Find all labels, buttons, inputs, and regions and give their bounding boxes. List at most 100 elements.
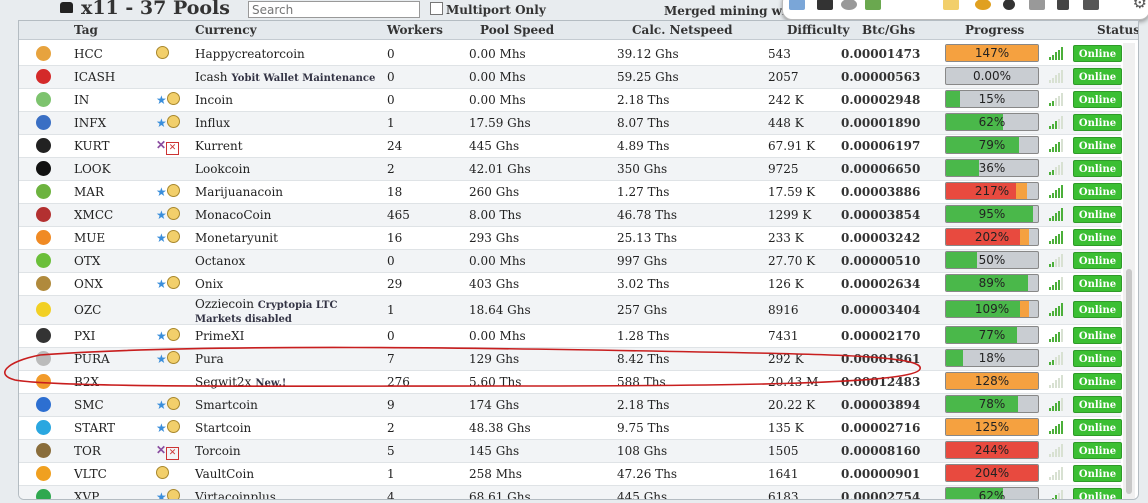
status-online-button[interactable]: Online bbox=[1073, 373, 1122, 390]
tag-cell[interactable]: SMC bbox=[74, 398, 104, 412]
table-row[interactable]: MUE ★ Monetaryunit 16 293 Ghs 25.13 Ths 233 K 0… bbox=[19, 227, 1122, 250]
tag-cell[interactable]: VLTC bbox=[74, 467, 107, 481]
tag-cell[interactable]: B2X bbox=[74, 375, 99, 389]
heart-icon[interactable] bbox=[943, 0, 959, 10]
tag-cell[interactable]: MUE bbox=[74, 231, 105, 245]
col-workers[interactable]: Workers bbox=[387, 23, 443, 37]
table-row[interactable]: ICASH Icash Yobit Wallet Maintenance 0 0.00 … bbox=[19, 66, 1122, 89]
status-online-button[interactable]: Online bbox=[1073, 442, 1122, 459]
table-row[interactable]: VLTC VaultCoin 1 258 Mhs 47.26 Ths 1641 0.0000… bbox=[19, 463, 1122, 486]
table-row[interactable]: MAR ★ Marijuanacoin 18 260 Ghs 1.27 Ths 17.59 … bbox=[19, 181, 1122, 204]
col-netspeed[interactable]: Calc. Netspeed bbox=[632, 23, 733, 37]
table-row[interactable]: B2X Segwit2x New.! 276 5.60 Ths 588 Ths 20.43 … bbox=[19, 371, 1122, 394]
currency-name[interactable]: Lookcoin bbox=[195, 162, 250, 176]
status-online-button[interactable]: Online bbox=[1073, 465, 1122, 482]
table-row[interactable]: LOOK Lookcoin 2 42.01 Ghs 350 Ghs 9725 0.00006… bbox=[19, 158, 1122, 181]
currency-name[interactable]: PrimeXI bbox=[195, 329, 244, 343]
col-difficulty[interactable]: Difficulty bbox=[787, 23, 849, 37]
status-online-button[interactable]: Online bbox=[1073, 68, 1122, 85]
status-online-button[interactable]: Online bbox=[1073, 45, 1122, 62]
table-row[interactable]: PXI ★ PrimeXI 0 0.00 Mhs 1.28 Ths 7431 0.000021… bbox=[19, 325, 1122, 348]
currency-name[interactable]: VaultCoin bbox=[195, 467, 254, 481]
dollar-icon[interactable] bbox=[841, 0, 857, 10]
currency-name[interactable]: Torcoin bbox=[195, 444, 241, 458]
currency-name[interactable]: Happycreatorcoin bbox=[195, 47, 305, 61]
status-online-button[interactable]: Online bbox=[1073, 160, 1122, 177]
currency-name[interactable]: Smartcoin bbox=[195, 398, 258, 412]
tag-cell[interactable]: PURA bbox=[74, 352, 110, 366]
status-online-button[interactable]: Online bbox=[1073, 488, 1122, 499]
col-btc-ghs[interactable]: Btc/Ghs bbox=[862, 23, 915, 37]
table-row[interactable]: ONX ★ Onix 29 403 Ghs 3.02 Ths 126 K 0.00002634… bbox=[19, 273, 1122, 296]
currency-name[interactable]: Octanox bbox=[195, 254, 245, 268]
status-online-button[interactable]: Online bbox=[1073, 350, 1122, 367]
table-row[interactable]: XMCC ★ MonacoCoin 465 8.00 Ths 46.78 Ths 1299 … bbox=[19, 204, 1122, 227]
col-tag[interactable]: Tag bbox=[74, 23, 98, 37]
table-row[interactable]: HCC Happycreatorcoin 0 0.00 Mhs 39.12 Ghs 543… bbox=[19, 43, 1122, 66]
currency-name[interactable]: Pura bbox=[195, 352, 224, 366]
scrollbar-thumb[interactable] bbox=[1126, 269, 1132, 494]
currency-name[interactable]: Ozziecoin bbox=[195, 297, 254, 311]
col-pool-speed[interactable]: Pool Speed bbox=[480, 23, 554, 37]
table-row[interactable]: INFX ★ Influx 1 17.59 Ghs 8.07 Ths 448 K 0.0000… bbox=[19, 112, 1122, 135]
currency-name[interactable]: Monetaryunit bbox=[195, 231, 278, 245]
calendar-icon[interactable] bbox=[1029, 0, 1045, 10]
status-online-button[interactable]: Online bbox=[1073, 419, 1122, 436]
table-row[interactable]: TOR ✕ ✕ Torcoin 5 145 Ghs 108 Ghs 1505 0.0000816… bbox=[19, 440, 1122, 463]
tag-cell[interactable]: OTX bbox=[74, 254, 100, 268]
search-input[interactable] bbox=[248, 1, 420, 18]
tag-cell[interactable]: OZC bbox=[74, 303, 101, 317]
gear-icon[interactable]: ⚙ bbox=[1133, 0, 1147, 12]
info-icon[interactable] bbox=[1003, 0, 1015, 10]
coin-icon[interactable] bbox=[975, 0, 991, 10]
tag-cell[interactable]: KURT bbox=[74, 139, 109, 153]
tag-cell[interactable]: START bbox=[74, 421, 115, 435]
tag-cell[interactable]: XMCC bbox=[74, 208, 113, 222]
status-online-button[interactable]: Online bbox=[1073, 206, 1122, 223]
table-row[interactable]: KURT ✕ ✕ Kurrent 24 445 Ghs 4.89 Ths 67.91 K 0.0… bbox=[19, 135, 1122, 158]
multiport-checkbox[interactable] bbox=[430, 2, 443, 15]
wallet-icon[interactable] bbox=[817, 0, 833, 10]
chart-icon[interactable] bbox=[789, 0, 805, 10]
tag-cell[interactable]: PXI bbox=[74, 329, 95, 343]
col-progress[interactable]: Progress bbox=[965, 23, 1024, 37]
tools-icon[interactable] bbox=[1057, 0, 1069, 10]
currency-name[interactable]: Onix bbox=[195, 277, 223, 291]
currency-name[interactable]: Incoin bbox=[195, 93, 233, 107]
tag-cell[interactable]: ONX bbox=[74, 277, 103, 291]
table-row[interactable]: OTX Octanox 0 0.00 Mhs 997 Ghs 27.70 K 0.00000… bbox=[19, 250, 1122, 273]
tag-cell[interactable]: TOR bbox=[74, 444, 101, 458]
status-online-button[interactable]: Online bbox=[1073, 301, 1122, 318]
tag-cell[interactable]: IN bbox=[74, 93, 89, 107]
currency-name[interactable]: Icash bbox=[195, 70, 228, 84]
currency-name[interactable]: Influx bbox=[195, 116, 230, 130]
table-row[interactable]: OZC Ozziecoin Cryptopia LTC Markets disab… bbox=[19, 296, 1122, 325]
currency-name[interactable]: Kurrent bbox=[195, 139, 243, 153]
tag-cell[interactable]: INFX bbox=[74, 116, 106, 130]
tag-cell[interactable]: LOOK bbox=[74, 162, 111, 176]
status-online-button[interactable]: Online bbox=[1073, 275, 1122, 292]
status-online-button[interactable]: Online bbox=[1073, 396, 1122, 413]
status-online-button[interactable]: Online bbox=[1073, 91, 1122, 108]
status-online-button[interactable]: Online bbox=[1073, 252, 1122, 269]
table-row[interactable]: START ★ Startcoin 2 48.38 Ghs 9.75 Ths 135 K 0.… bbox=[19, 417, 1122, 440]
tag-cell[interactable]: MAR bbox=[74, 185, 104, 199]
table-row[interactable]: IN ★ Incoin 0 0.00 Mhs 2.18 Ths 242 K 0.0000294… bbox=[19, 89, 1122, 112]
status-online-button[interactable]: Online bbox=[1073, 327, 1122, 344]
status-online-button[interactable]: Online bbox=[1073, 137, 1122, 154]
scrollbar[interactable] bbox=[1123, 43, 1135, 499]
blocks-icon[interactable] bbox=[865, 0, 881, 10]
currency-name[interactable]: Segwit2x bbox=[195, 375, 251, 389]
col-currency[interactable]: Currency bbox=[195, 23, 257, 37]
status-online-button[interactable]: Online bbox=[1073, 183, 1122, 200]
currency-name[interactable]: Startcoin bbox=[195, 421, 251, 435]
tag-cell[interactable]: ICASH bbox=[74, 70, 115, 84]
currency-name[interactable]: Marijuanacoin bbox=[195, 185, 283, 199]
table-row[interactable]: XVP ★ Virtacoinplus 4 68.61 Ghs 445 Ghs 6183 0.… bbox=[19, 486, 1122, 499]
table-row[interactable]: PURA ★ Pura 7 129 Ghs 8.42 Ths 292 K 0.00001861… bbox=[19, 348, 1122, 371]
tag-cell[interactable]: HCC bbox=[74, 47, 103, 61]
table-row[interactable]: SMC ★ Smartcoin 9 174 Ghs 2.18 Ths 20.22 K 0.00… bbox=[19, 394, 1122, 417]
currency-name[interactable]: MonacoCoin bbox=[195, 208, 271, 222]
currency-name[interactable]: Virtacoinplus bbox=[195, 490, 276, 499]
status-online-button[interactable]: Online bbox=[1073, 229, 1122, 246]
